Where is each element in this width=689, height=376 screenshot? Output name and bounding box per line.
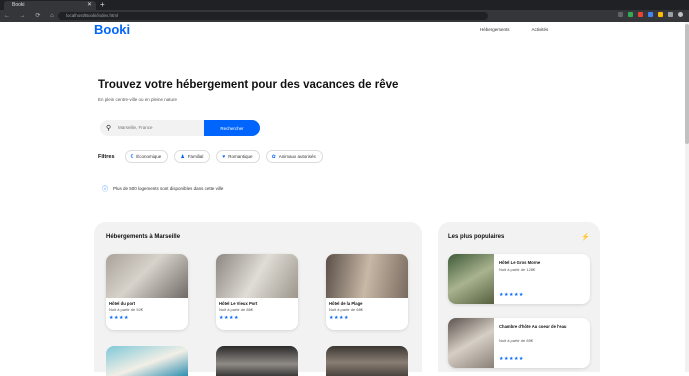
lodging-price: Nuit à partir de 86€	[219, 307, 254, 312]
info-icon: ⓘ	[102, 187, 109, 193]
popular-card[interactable]: Hôtel Le Gros Morne Nuit à partir de 128…	[448, 254, 590, 304]
search-button[interactable]: Rechercher	[204, 120, 260, 136]
tab-title: Booki	[12, 2, 25, 8]
filter-label: Familial	[187, 154, 204, 159]
lodging-name: Hôtel Le Gros Morne	[499, 260, 541, 265]
filters-bar: Filtres € Économique ♟ Familial ♥ Romantiqu…	[98, 150, 323, 163]
lodging-price: Nuit à partir de 52€	[109, 307, 144, 312]
filter-romantique[interactable]: ♥ Romantique	[216, 150, 260, 163]
nav-link-hebergements[interactable]: Hébergements	[480, 27, 510, 34]
money-icon: €	[130, 153, 134, 160]
booki-logo[interactable]: Booki	[94, 22, 130, 37]
filter-familial[interactable]: ♟ Familial	[174, 150, 211, 163]
page-subtitle: En plein centre-ville ou en pleine natur…	[98, 97, 178, 102]
search-field[interactable]: ⚲	[100, 120, 204, 136]
filters-label: Filtres	[98, 153, 115, 160]
heart-icon: ♥	[222, 153, 226, 160]
rating-stars: ★★★★★	[499, 292, 524, 298]
search-input[interactable]	[118, 120, 198, 136]
filter-animaux[interactable]: ✿ Animaux autorisés	[265, 150, 323, 163]
browser-toolbar: ← → ⟳ ⌂ localhost/Booki/index.html	[0, 10, 689, 22]
lodging-card[interactable]: Hôtel du port Nuit à partir de 52€ ★★★★	[106, 254, 188, 330]
lodging-price: Nuit à partir de 89€	[499, 338, 534, 343]
new-tab-icon[interactable]: +	[100, 0, 105, 10]
extension-icon[interactable]	[658, 12, 663, 17]
lodging-photo	[326, 254, 408, 298]
main-nav: Hébergements Activités	[480, 27, 548, 34]
availability-text: Plus de 500 logements sont disponibles d…	[113, 186, 224, 191]
scrollbar-thumb[interactable]	[685, 24, 689, 144]
lodging-photo	[448, 318, 494, 368]
lodging-photo	[106, 254, 188, 298]
availability-info: ⓘ Plus de 500 logements sont disponibles…	[102, 184, 223, 193]
filter-label: Romantique	[228, 154, 253, 159]
filter-label: Animaux autorisés	[278, 154, 316, 159]
lodging-price: Nuit à partir de 128€	[499, 267, 536, 272]
search-bar: ⚲ Rechercher	[100, 120, 260, 136]
pet-icon: ✿	[271, 153, 276, 160]
filter-label: Économique	[136, 154, 162, 159]
lodging-card[interactable]: Hôtel de la Plage Nuit à partir de 68€ ★…	[326, 254, 408, 330]
profile-icon[interactable]	[678, 12, 683, 17]
lodging-section: Hébergements à Marseille Hôtel du port N…	[94, 222, 422, 376]
lodging-section-title: Hébergements à Marseille	[106, 234, 181, 240]
scrollbar[interactable]	[685, 22, 689, 372]
lodging-name: Hôtel de la Plage	[329, 301, 363, 306]
extension-icon[interactable]	[638, 12, 643, 17]
lodging-name: Hôtel Le Vieux Port	[219, 301, 258, 306]
extension-icon[interactable]	[668, 12, 673, 17]
close-tab-icon[interactable]: ✕	[87, 1, 92, 10]
lodging-name: Chambre d'hôte Au coeur de l'eau	[499, 324, 567, 329]
extension-icons	[618, 12, 683, 17]
browser-tab[interactable]: Booki ✕	[4, 1, 96, 10]
family-icon: ♟	[180, 153, 185, 160]
lodging-card[interactable]: Hôtel Le Vieux Port Nuit à partir de 86€…	[216, 254, 298, 330]
popular-section-title: Les plus populaires	[448, 234, 505, 240]
extension-icon[interactable]	[628, 12, 633, 17]
rating-stars: ★★★★★	[499, 356, 524, 362]
filter-economique[interactable]: € Économique	[124, 150, 169, 163]
lodging-photo	[216, 254, 298, 298]
popular-card[interactable]: Chambre d'hôte Au coeur de l'eau Nuit à …	[448, 318, 590, 368]
address-bar[interactable]: localhost/Booki/index.html	[58, 12, 488, 20]
lodging-price: Nuit à partir de 68€	[329, 307, 364, 312]
nav-link-activites[interactable]: Activités	[532, 27, 549, 34]
browser-tab-bar: Booki ✕ +	[0, 0, 689, 10]
extension-icon[interactable]	[618, 12, 623, 17]
trending-icon: ⚡	[581, 234, 590, 241]
rating-stars: ★★★★	[109, 315, 129, 321]
lodging-photo	[448, 254, 494, 304]
extension-icon[interactable]	[648, 12, 653, 17]
popular-section: Les plus populaires ⚡ Hôtel Le Gros Morn…	[438, 222, 600, 372]
lodging-name: Hôtel du port	[109, 301, 136, 306]
rating-stars: ★★★★	[329, 315, 349, 321]
browser-nav-icons[interactable]: ← → ⟳ ⌂	[4, 11, 58, 21]
location-pin-icon: ⚲	[106, 125, 112, 132]
page-title: Trouvez votre hébergement pour des vacan…	[98, 79, 399, 91]
rating-stars: ★★★★	[219, 315, 239, 321]
